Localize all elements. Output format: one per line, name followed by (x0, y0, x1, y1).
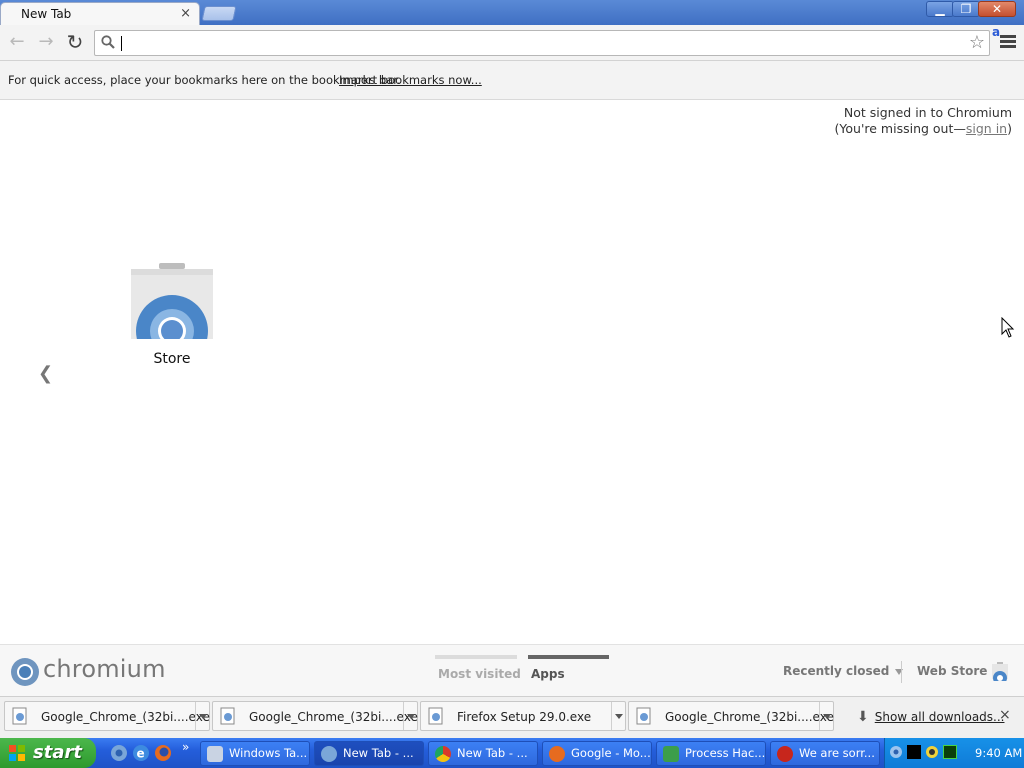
svg-text:e: e (137, 747, 145, 761)
web-store-link[interactable]: Web Store (917, 664, 987, 678)
chromium-tray-icon[interactable] (889, 745, 903, 759)
firefox-icon[interactable] (154, 744, 172, 762)
firefox-icon (549, 746, 565, 762)
console-tray-icon[interactable] (907, 745, 921, 759)
tab-most-visited-indicator (435, 655, 517, 659)
tab-apps-indicator (528, 655, 609, 659)
download-menu-dropdown[interactable] (195, 702, 209, 730)
installer-icon (12, 707, 27, 725)
chromium-icon (321, 746, 337, 762)
ie-icon[interactable]: e (132, 744, 150, 762)
toolbar: ← → ↻ ☆ a (0, 25, 1024, 61)
tab-close-icon[interactable]: × (180, 6, 191, 21)
task-label: Process Hac... (685, 746, 766, 760)
taskbar: start e » Windows Ta... New Tab - ... Ne… (0, 738, 1024, 768)
chromium-icon[interactable] (110, 744, 128, 762)
recently-closed-menu[interactable]: Recently closed (783, 664, 904, 678)
sign-in-link[interactable]: sign in (966, 121, 1007, 136)
task-label: Google - Mo... (571, 746, 651, 760)
restore-button[interactable]: ❐ (952, 1, 980, 17)
installer-icon (636, 707, 651, 725)
tab-new-tab[interactable]: New Tab × (0, 2, 200, 25)
tab-title: New Tab (21, 7, 72, 21)
bookmarks-bar: For quick access, place your bookmarks h… (0, 61, 1024, 100)
back-button[interactable]: ← (6, 32, 28, 54)
task-manager-icon (207, 746, 223, 762)
ntp-footer: chromium Most visited Apps Recently clos… (0, 644, 1024, 696)
recently-closed-label: Recently closed (783, 664, 890, 678)
start-button[interactable]: start (0, 738, 96, 768)
task-error-dialog[interactable]: We are sorr... (770, 741, 880, 766)
download-item[interactable]: Google_Chrome_(32bi....exe (4, 701, 210, 731)
forward-button[interactable]: → (35, 32, 57, 54)
start-label: start (33, 742, 82, 763)
chrome-icon (435, 746, 451, 762)
download-item[interactable]: Google_Chrome_(32bi....exe (212, 701, 418, 731)
footer-divider (901, 661, 902, 683)
import-bookmarks-link[interactable]: Import bookmarks now... (339, 73, 482, 87)
task-windows-task-manager[interactable]: Windows Ta... (200, 741, 310, 766)
menu-icon[interactable] (1000, 35, 1016, 49)
tab-most-visited[interactable]: Most visited (438, 667, 521, 681)
download-menu-dropdown[interactable] (611, 702, 625, 730)
app-tile-store[interactable]: Store (122, 255, 222, 375)
installer-icon (428, 707, 443, 725)
show-all-downloads-link[interactable]: ⬇ Show all downloads... (857, 709, 1004, 725)
task-label: New Tab - ... (343, 746, 414, 760)
clock: 9:40 AM (975, 746, 1023, 760)
process-monitor-tray-icon[interactable] (943, 745, 957, 759)
web-store-icon[interactable] (990, 661, 1010, 681)
task-process-hacker[interactable]: Process Hac... (656, 741, 766, 766)
quick-launch-overflow[interactable]: » (182, 740, 189, 754)
task-new-tab-chrome[interactable]: New Tab - ... (428, 741, 538, 766)
extension-icon[interactable]: a (992, 25, 1000, 39)
network-tray-icon[interactable] (925, 745, 939, 759)
bookmark-star-icon[interactable]: ☆ (969, 32, 985, 53)
chromium-logo-text: chromium (43, 655, 166, 683)
signin-prefix: (You're missing out— (834, 121, 966, 136)
download-menu-dropdown[interactable] (403, 702, 417, 730)
task-label: We are sorr... (799, 746, 875, 760)
installer-icon (220, 707, 235, 725)
reload-button[interactable]: ↻ (64, 32, 86, 54)
previous-page-arrow-icon[interactable]: ❮ (38, 363, 53, 384)
chromium-logo-icon (11, 658, 39, 686)
close-window-button[interactable]: ✕ (978, 1, 1016, 17)
windows-flag-icon (9, 745, 25, 761)
download-shelf: Google_Chrome_(32bi....exe Google_Chrome… (0, 696, 1024, 738)
minimize-button[interactable]: ▁ (926, 1, 954, 17)
download-menu-dropdown[interactable] (819, 702, 833, 730)
tab-apps[interactable]: Apps (531, 667, 565, 681)
new-tab-button[interactable] (201, 6, 237, 21)
task-label: Windows Ta... (229, 746, 308, 760)
download-item[interactable]: Google_Chrome_(32bi....exe (628, 701, 834, 731)
close-download-shelf-icon[interactable]: × (999, 707, 1011, 723)
signin-suffix: ) (1007, 121, 1012, 136)
system-tray: 9:40 AM (884, 738, 1024, 768)
signin-status: Not signed in to Chromium (843, 105, 1012, 120)
error-icon (777, 746, 793, 762)
search-icon (101, 35, 115, 49)
omnibox[interactable]: ☆ (94, 30, 990, 56)
download-item[interactable]: Firefox Setup 29.0.exe (420, 701, 626, 731)
mouse-cursor-icon (1001, 317, 1015, 338)
download-filename: Google_Chrome_(32bi....exe (41, 710, 210, 724)
download-filename: Google_Chrome_(32bi....exe (665, 710, 834, 724)
show-all-downloads-label: Show all downloads... (874, 710, 1005, 724)
process-hacker-icon (663, 746, 679, 762)
webstore-icon (131, 263, 213, 339)
task-new-tab-chromium[interactable]: New Tab - ... (314, 741, 424, 766)
task-label: New Tab - ... (457, 746, 528, 760)
download-filename: Firefox Setup 29.0.exe (457, 710, 592, 724)
download-arrow-icon: ⬇ (857, 709, 869, 725)
tab-strip: New Tab × ▁ ❐ ✕ (0, 0, 1024, 25)
download-filename: Google_Chrome_(32bi....exe (249, 710, 418, 724)
task-firefox[interactable]: Google - Mo... (542, 741, 652, 766)
signin-promo: Not signed in to Chromium (You're missin… (835, 105, 1012, 137)
chevron-down-icon (895, 668, 904, 675)
omnibox-caret (121, 36, 122, 51)
app-tile-label: Store (153, 351, 191, 367)
